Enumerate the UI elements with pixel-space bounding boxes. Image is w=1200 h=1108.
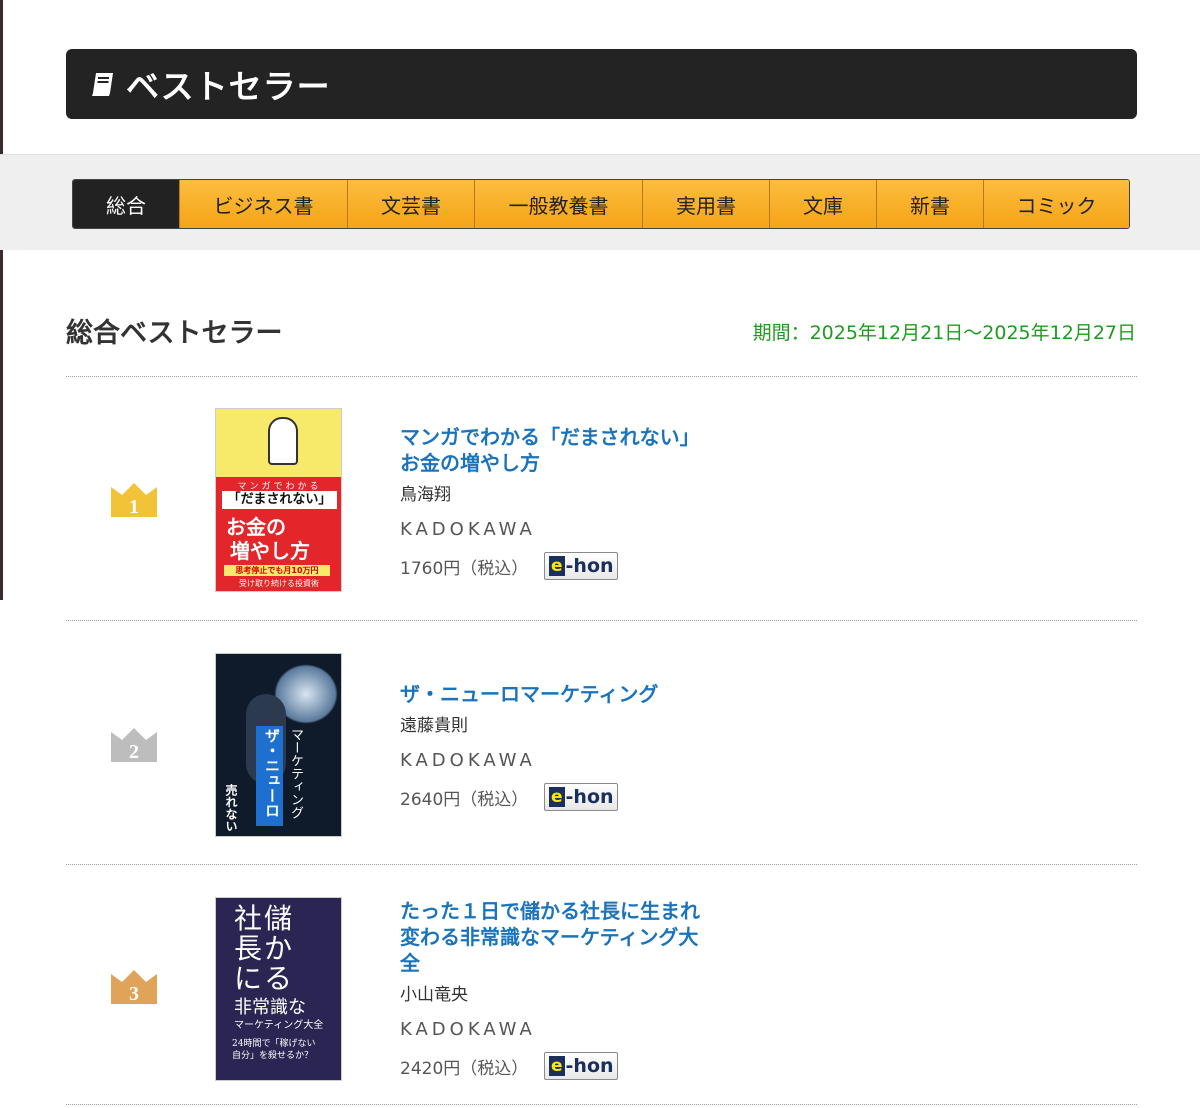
ehon-button[interactable]: e -hon [544,783,619,811]
book-publisher: KADOKAWA [400,519,536,540]
book-author: 遠藤貴則 [400,716,468,736]
book-title-link[interactable]: たった１日で儲かる社長に生まれ 変わる非常識なマーケティング大 全 [400,898,720,976]
category-tabs: 総合 ビジネス書 文芸書 一般教養書 実用書 文庫 新書 コミック [72,179,1130,229]
svg-text:2: 2 [129,741,139,762]
book-info-2: ザ・ニューロマーケティング 遠藤貴則 KADOKAWA 2640円（税込） e-… [400,681,720,811]
book-price: 2420円（税込） [400,1058,529,1079]
window-edge [0,0,3,600]
book-icon [92,73,113,96]
tab-shinsho[interactable]: 新書 [876,180,983,228]
book-cover-1[interactable]: マンガでわかる 「だまされない」 お金の 増やし方 思考停止でも月10万円 受け… [215,408,342,592]
rank-3-crown-icon: 3 [111,970,157,1004]
rank-1-crown-icon: 1 [111,483,157,517]
book-publisher: KADOKAWA [400,750,536,771]
tab-general-culture[interactable]: 一般教養書 [474,180,642,228]
svg-text:1: 1 [129,496,139,517]
book-author: 小山竜央 [400,985,468,1005]
book-title-link[interactable]: ザ・ニューロマーケティング [400,681,720,707]
tab-business[interactable]: ビジネス書 [179,180,347,228]
divider [66,620,1137,621]
ranking-period: 期間：2025年12月21日〜2025年12月27日 [752,322,1136,344]
book-cover-3[interactable]: 社儲 長か にる 非常識な マーケティング大全 24時間で「稼げない自分」を殺せ… [215,897,342,1081]
tab-practical[interactable]: 実用書 [642,180,769,228]
svg-text:3: 3 [129,983,139,1004]
divider [66,376,1137,377]
ehon-button[interactable]: e -hon [544,552,619,580]
page-header: ベストセラー [66,49,1137,119]
tab-comic[interactable]: コミック [983,180,1129,228]
tab-overall[interactable]: 総合 [73,180,179,228]
book-price: 1760円（税込） [400,558,529,579]
page-title: ベストセラー [126,67,331,106]
ehon-button[interactable]: e -hon [544,1052,619,1080]
divider [66,1104,1137,1105]
section-title: 総合ベストセラー [66,318,283,349]
book-price: 2640円（税込） [400,789,529,810]
book-publisher: KADOKAWA [400,1019,536,1040]
book-author: 鳥海翔 [400,485,451,505]
category-tab-bar: 総合 ビジネス書 文芸書 一般教養書 実用書 文庫 新書 コミック [0,154,1200,250]
book-info-1: マンガでわかる「だまされない」 お金の増やし方 鳥海翔 KADOKAWA 176… [400,424,720,580]
divider [66,864,1137,865]
book-cover-2[interactable]: ザ・ニューロ マーケティング 売れない [215,653,342,837]
tab-bunko[interactable]: 文庫 [769,180,876,228]
book-info-3: たった１日で儲かる社長に生まれ 変わる非常識なマーケティング大 全 小山竜央 K… [400,898,720,1080]
rank-2-crown-icon: 2 [111,728,157,762]
tab-literature[interactable]: 文芸書 [347,180,474,228]
book-title-link[interactable]: マンガでわかる「だまされない」 お金の増やし方 [400,424,720,476]
